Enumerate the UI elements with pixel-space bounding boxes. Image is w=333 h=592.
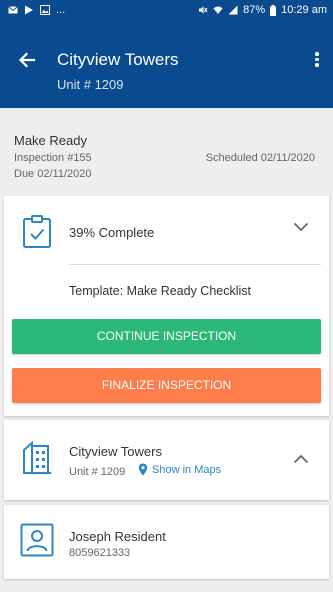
show-in-maps-link[interactable]: Show in Maps <box>138 463 221 476</box>
property-card[interactable]: Cityview Towers Unit # 1209 Show in Maps <box>4 420 329 500</box>
location-pin-icon <box>138 463 148 476</box>
status-time: 10:29 am <box>281 4 327 16</box>
battery-icon <box>270 4 277 16</box>
divider <box>69 264 321 265</box>
signal-icon <box>228 5 238 15</box>
resident-phone[interactable]: 8059621333 <box>69 547 130 559</box>
finalize-inspection-button[interactable]: FINALIZE INSPECTION <box>12 368 321 403</box>
page-title: Cityview Towers <box>57 50 179 69</box>
inspection-number: Inspection #155 <box>14 152 92 164</box>
back-arrow-icon[interactable] <box>14 48 40 72</box>
inspection-info: Make Ready Inspection #155 Due 02/11/202… <box>0 108 333 194</box>
progress-label: 39% Complete <box>69 225 155 240</box>
building-icon <box>23 440 51 474</box>
chevron-up-icon[interactable] <box>293 454 309 464</box>
image-icon <box>40 5 50 15</box>
show-in-maps-label: Show in Maps <box>152 463 222 476</box>
mute-icon <box>199 6 208 14</box>
status-bar: ... 87% 10:29 am <box>0 0 333 22</box>
mail-icon <box>8 6 18 14</box>
property-name: Cityview Towers <box>69 444 162 459</box>
template-label: Template: Make Ready Checklist <box>69 284 252 298</box>
inspection-progress-card: 39% Complete Template: Make Ready Checkl… <box>4 196 329 416</box>
clipboard-check-icon <box>23 215 51 248</box>
person-id-icon <box>20 523 54 557</box>
play-store-icon <box>25 5 33 15</box>
resident-name: Joseph Resident <box>69 529 166 544</box>
chevron-down-icon[interactable] <box>293 222 309 232</box>
inspection-scheduled-date: Scheduled 02/11/2020 <box>205 152 315 164</box>
page-subtitle: Unit # 1209 <box>57 77 124 92</box>
app-bar: Cityview Towers Unit # 1209 <box>0 22 333 108</box>
battery-percent: 87% <box>243 4 266 16</box>
more-vert-icon[interactable] <box>311 50 323 72</box>
property-unit: Unit # 1209 <box>69 466 126 478</box>
resident-card[interactable]: Joseph Resident 8059621333 <box>4 505 329 579</box>
wifi-icon <box>213 6 223 14</box>
status-more-dots: ... <box>56 4 66 16</box>
inspection-name: Make Ready <box>14 133 87 148</box>
continue-inspection-button[interactable]: CONTINUE INSPECTION <box>12 319 321 354</box>
inspection-due-date: Due 02/11/2020 <box>14 168 92 180</box>
